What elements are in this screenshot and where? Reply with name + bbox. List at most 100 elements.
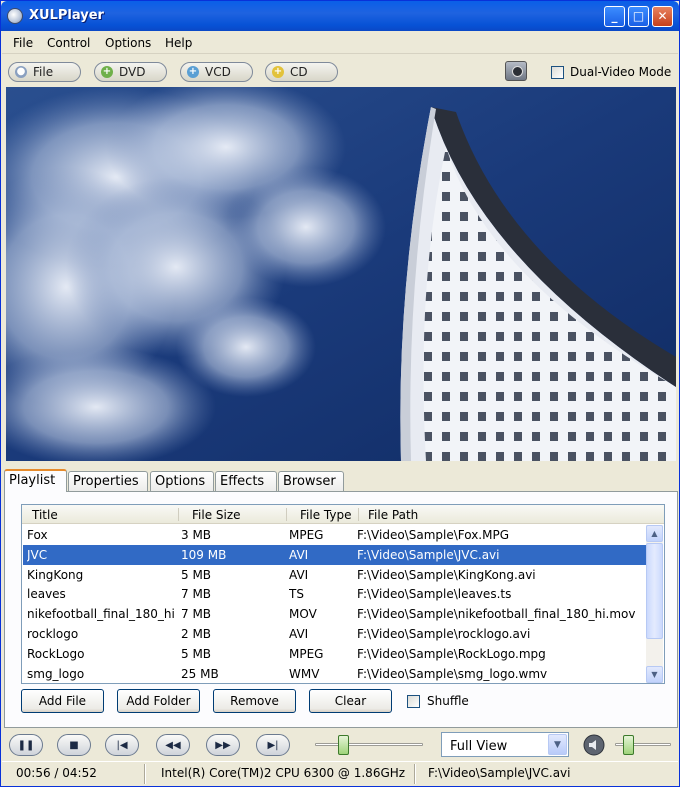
maximize-button[interactable]: □ bbox=[628, 6, 649, 27]
plus-icon: + bbox=[272, 66, 284, 78]
open-dvd-button[interactable]: + DVD bbox=[94, 62, 167, 82]
open-file-label: File bbox=[33, 65, 54, 79]
status-divider bbox=[144, 764, 146, 784]
row-file-size: 5 MB bbox=[181, 567, 212, 582]
row-file-type: TS bbox=[289, 587, 304, 602]
column-divider[interactable] bbox=[358, 508, 359, 521]
row-file-size: 7 MB bbox=[181, 607, 212, 622]
column-file-size[interactable]: File Size bbox=[192, 508, 241, 522]
row-file-path: F:\Video\Sample\smg_logo.wmv bbox=[357, 666, 548, 681]
add-file-button[interactable]: Add File bbox=[21, 689, 104, 713]
row-file-size: 3 MB bbox=[181, 528, 212, 542]
view-mode-select[interactable]: Full View ▼ bbox=[441, 732, 569, 757]
table-row[interactable]: RockLogo 5 MB MPEG F:\Video\Sample\RockLogo… bbox=[23, 644, 646, 664]
video-display[interactable] bbox=[6, 87, 676, 461]
playlist-panel: Title File Size File Type File Path Fox 3… bbox=[4, 491, 678, 728]
row-file-path: F:\Video\Sample\nikefootball_final_180_h… bbox=[357, 607, 636, 622]
next-button[interactable]: ▶| bbox=[256, 734, 290, 756]
row-title: RockLogo bbox=[27, 646, 85, 661]
open-dvd-label: DVD bbox=[119, 65, 146, 79]
table-row[interactable]: leaves 7 MB TS F:\Video\Sample\leaves.ts bbox=[23, 584, 646, 604]
tab-effects[interactable]: Effects bbox=[215, 471, 277, 491]
table-row[interactable]: nikefootball_final_180_hi 7 MB MOV F:\Video… bbox=[23, 604, 646, 624]
plus-icon: + bbox=[187, 66, 199, 78]
forward-button[interactable]: ▶▶ bbox=[206, 734, 240, 756]
playlist-table[interactable]: Title File Size File Type File Path Fox 3… bbox=[21, 504, 665, 684]
minimize-button[interactable]: _ bbox=[604, 6, 625, 27]
row-file-path: F:\Video\Sample\RockLogo.mpg bbox=[357, 646, 546, 661]
previous-button[interactable]: |◀ bbox=[105, 734, 139, 756]
column-file-path[interactable]: File Path bbox=[368, 508, 418, 522]
row-file-type: AVI bbox=[289, 627, 309, 641]
menu-help[interactable]: Help bbox=[165, 36, 192, 50]
open-vcd-label: VCD bbox=[205, 65, 231, 79]
skip-back-icon: |◀ bbox=[116, 739, 128, 751]
chevron-down-icon[interactable]: ▼ bbox=[548, 734, 567, 755]
menu-control[interactable]: Control bbox=[47, 36, 90, 50]
menu-options[interactable]: Options bbox=[105, 36, 151, 50]
volume-slider-thumb[interactable] bbox=[623, 735, 635, 755]
pause-icon: ❚❚ bbox=[17, 739, 35, 751]
table-header: Title File Size File Type File Path bbox=[22, 505, 664, 524]
row-file-size: 5 MB bbox=[181, 646, 212, 661]
row-file-path: F:\Video\Sample\leaves.ts bbox=[357, 587, 512, 602]
app-logo-icon bbox=[7, 8, 23, 24]
row-file-size: 7 MB bbox=[181, 587, 212, 602]
column-file-type[interactable]: File Type bbox=[300, 508, 351, 522]
remove-button[interactable]: Remove bbox=[213, 689, 296, 713]
row-file-path: F:\Video\Sample\JVC.avi bbox=[357, 547, 500, 562]
seek-slider-thumb[interactable] bbox=[338, 735, 350, 755]
column-divider[interactable] bbox=[286, 508, 287, 521]
table-row[interactable]: KingKong 5 MB AVI F:\Video\Sample\KingKong.… bbox=[23, 565, 646, 585]
row-file-type: MPEG bbox=[289, 528, 324, 542]
row-file-path: F:\Video\Sample\KingKong.avi bbox=[357, 567, 536, 582]
tab-properties[interactable]: Properties bbox=[68, 471, 148, 491]
table-row[interactable]: smg_logo 25 MB WMV F:\Video\Sample\smg_logo… bbox=[23, 664, 646, 683]
pause-button[interactable]: ❚❚ bbox=[9, 734, 43, 756]
close-button[interactable]: ✕ bbox=[652, 6, 673, 27]
row-title: Fox bbox=[27, 528, 48, 542]
playlist-scrollbar[interactable]: ▲ ▼ bbox=[646, 525, 663, 683]
status-bar: 00:56 / 04:52 Intel(R) Core(TM)2 CPU 630… bbox=[2, 761, 678, 786]
scroll-down-icon[interactable]: ▼ bbox=[646, 666, 663, 683]
clear-button[interactable]: Clear bbox=[309, 689, 392, 713]
video-frame bbox=[6, 87, 676, 461]
dual-video-checkbox[interactable] bbox=[551, 66, 564, 79]
add-folder-button[interactable]: Add Folder bbox=[117, 689, 200, 713]
tab-browser[interactable]: Browser bbox=[278, 471, 344, 491]
open-vcd-button[interactable]: + VCD bbox=[180, 62, 253, 82]
menu-file[interactable]: File bbox=[13, 36, 33, 50]
open-file-button[interactable]: ● File bbox=[8, 62, 81, 82]
tab-options[interactable]: Options bbox=[150, 471, 214, 491]
time-display: 00:56 / 04:52 bbox=[16, 766, 97, 780]
row-file-type: MOV bbox=[289, 607, 317, 622]
tab-playlist[interactable]: Playlist bbox=[4, 469, 67, 492]
camera-icon[interactable] bbox=[505, 61, 527, 81]
table-row[interactable]: rocklogo 2 MB AVI F:\Video\Sample\rocklogo.… bbox=[23, 624, 646, 644]
shuffle-checkbox[interactable] bbox=[407, 695, 420, 708]
row-file-size: 2 MB bbox=[181, 627, 212, 641]
open-cd-label: CD bbox=[290, 65, 308, 79]
scroll-up-icon[interactable]: ▲ bbox=[646, 525, 663, 542]
scroll-thumb[interactable] bbox=[646, 543, 663, 639]
stop-icon: ■ bbox=[69, 739, 79, 751]
row-file-path: F:\Video\Sample\rocklogo.avi bbox=[357, 627, 531, 641]
speaker-icon[interactable] bbox=[582, 734, 606, 756]
fast-forward-icon: ▶▶ bbox=[215, 739, 231, 751]
rewind-button[interactable]: ◀◀ bbox=[156, 734, 190, 756]
stop-button[interactable]: ■ bbox=[57, 734, 91, 756]
tab-bar: Playlist Properties Options Effects Brow… bbox=[4, 469, 678, 492]
row-title: rocklogo bbox=[27, 627, 79, 641]
title-bar[interactable]: XULPlayer _ □ ✕ bbox=[1, 1, 679, 31]
window-title: XULPlayer bbox=[29, 8, 104, 23]
plus-icon: + bbox=[101, 66, 113, 78]
seek-slider[interactable] bbox=[315, 743, 423, 746]
table-row[interactable]: Fox 3 MB MPEG F:\Video\Sample\Fox.MPG bbox=[23, 525, 646, 545]
open-cd-button[interactable]: + CD bbox=[265, 62, 338, 82]
column-divider[interactable] bbox=[178, 508, 179, 521]
row-title: leaves bbox=[27, 587, 66, 602]
table-row[interactable]: JVC 109 MB AVI F:\Video\Sample\JVC.avi bbox=[23, 544, 646, 565]
shuffle-label: Shuffle bbox=[427, 694, 469, 708]
column-title[interactable]: Title bbox=[32, 508, 58, 522]
row-file-type: AVI bbox=[289, 567, 309, 582]
